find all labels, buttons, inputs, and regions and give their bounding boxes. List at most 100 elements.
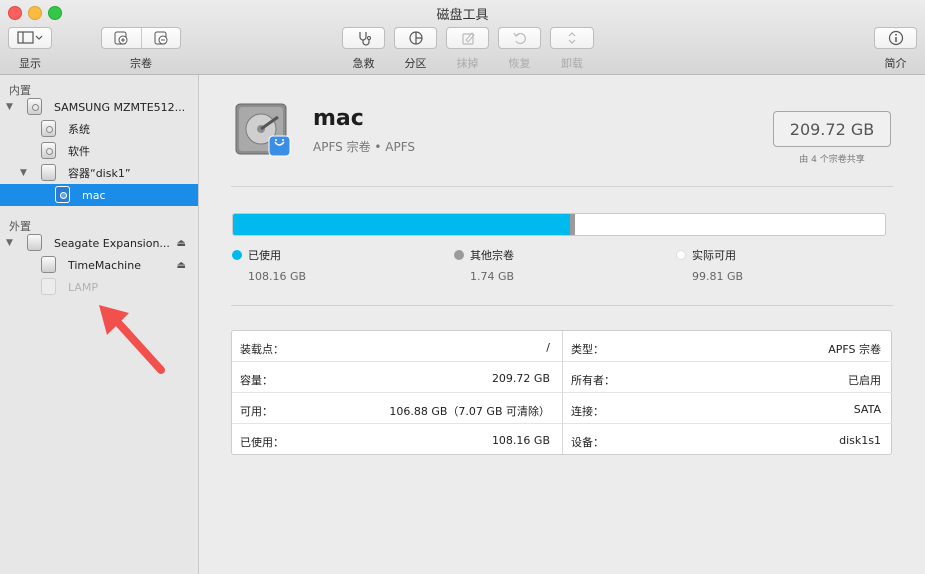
legend-used: 已使用 108.16 GB <box>232 247 306 283</box>
sidebar-item-mac[interactable]: mac <box>0 184 198 206</box>
other-color-dot <box>454 250 464 260</box>
sidebar-view-icon <box>17 31 43 44</box>
sidebar-item-container-disk1[interactable]: ▼ 容器“disk1” <box>0 162 198 184</box>
info-value: 106.88 GB（7.07 GB 可清除） <box>389 405 550 418</box>
capacity-shared-note: 由 4 个宗卷共享 <box>799 155 865 165</box>
unmount-label: 卸载 <box>561 57 583 70</box>
annotation-arrow-icon <box>99 305 165 374</box>
info-row-available: 可用： 106.88 GB（7.07 GB 可清除） <box>232 393 562 424</box>
info-row-device: 设备： disk1s1 <box>563 424 893 454</box>
erase-icon <box>461 32 475 45</box>
volume-icon <box>41 142 56 159</box>
erase-button[interactable] <box>446 27 489 49</box>
sidebar-item-seagate[interactable]: ▼ Seagate Expansion... ⏏ <box>0 232 198 254</box>
capacity-box: 209.72 GB <box>773 111 891 147</box>
info-value: / <box>546 341 550 354</box>
free-color-dot <box>676 250 686 260</box>
first-aid-button[interactable] <box>342 27 385 49</box>
sidebar-item-lamp[interactable]: LAMP <box>0 276 198 298</box>
legend-value: 1.74 GB <box>470 270 515 283</box>
volume-icon <box>41 256 56 273</box>
info-key: 类型： <box>571 343 604 356</box>
info-value: SATA <box>853 403 881 416</box>
legend-label: 实际可用 <box>692 249 736 262</box>
info-button[interactable] <box>874 27 917 49</box>
usage-bar-used <box>233 214 571 235</box>
info-value: 108.16 GB <box>491 434 550 447</box>
sidebar-item-software[interactable]: 软件 <box>0 140 198 162</box>
volume-icon <box>41 278 56 295</box>
info-key: 连接： <box>571 405 604 418</box>
sidebar-item-timemachine[interactable]: TimeMachine ⏏ <box>0 254 198 276</box>
legend-value: 99.81 GB <box>692 270 744 283</box>
info-table: 装载点： / 容量： 209.72 GB 可用： 106.88 GB（7.07 GB … <box>231 330 893 455</box>
sidebar-item-label: SAMSUNG MZMTE512... <box>54 100 186 114</box>
volume-subtitle: APFS 宗卷 • APFS <box>313 140 416 154</box>
erase-label: 抹掉 <box>456 57 479 70</box>
info-key: 容量： <box>240 374 273 387</box>
volume-label: 宗卷 <box>130 57 152 70</box>
view-button[interactable] <box>8 27 52 49</box>
unmount-button[interactable] <box>550 27 594 49</box>
info-label: 简介 <box>884 57 907 70</box>
legend-value: 108.16 GB <box>248 270 307 283</box>
first-aid-label: 急救 <box>352 57 375 70</box>
info-value: 已启用 <box>848 374 881 387</box>
eject-icon[interactable]: ⏏ <box>177 260 186 271</box>
usage-bar <box>232 213 886 236</box>
sidebar-item-label: Seagate Expansion... <box>54 236 170 250</box>
volume-title: mac <box>313 106 364 131</box>
remove-volume-button[interactable] <box>140 28 181 48</box>
info-row-used: 已使用： 108.16 GB <box>232 424 562 454</box>
add-volume-icon <box>114 31 128 45</box>
view-label: 显示 <box>19 57 41 70</box>
info-key: 装载点： <box>240 343 284 356</box>
legend-other-volumes: 其他宗卷 1.74 GB <box>454 247 514 283</box>
usage-bar-other-volumes <box>570 214 576 235</box>
disclosure-triangle-icon[interactable]: ▼ <box>6 102 13 112</box>
container-icon <box>41 164 56 181</box>
add-volume-button[interactable] <box>102 28 141 48</box>
restore-button[interactable] <box>498 27 541 49</box>
remove-volume-icon <box>154 31 168 45</box>
large-hard-drive-icon <box>235 103 291 157</box>
legend-label: 已使用 <box>248 249 281 262</box>
sidebar-item-label: LAMP <box>68 280 99 294</box>
external-drive-icon <box>27 234 42 251</box>
volume-icon <box>41 120 56 137</box>
partition-button[interactable] <box>394 27 437 49</box>
info-column-left: 装载点： / 容量： 209.72 GB 可用： 106.88 GB（7.07 GB … <box>232 331 562 454</box>
sidebar-item-label: 容器“disk1” <box>68 167 131 180</box>
info-row-connection: 连接： SATA <box>563 393 893 424</box>
info-row-type: 类型： APFS 宗卷 <box>563 331 893 362</box>
hard-drive-icon <box>27 98 42 115</box>
disk-utility-window: 磁盘工具 显示 宗卷 急救 分区 抹掉 恢复 卸载 简介 内置 ▼ SAMSUN… <box>0 0 925 574</box>
used-color-dot <box>232 250 242 260</box>
eject-icon[interactable]: ⏏ <box>177 238 186 249</box>
restore-arrow-icon <box>513 32 526 45</box>
window-title: 磁盘工具 <box>436 8 489 23</box>
sidebar-item-label: 软件 <box>68 145 90 158</box>
sidebar-item-system[interactable]: 系统 <box>0 118 198 140</box>
sidebar-item-label: mac <box>82 188 106 202</box>
volume-icon <box>55 186 70 203</box>
info-row-owners: 所有者： 已启用 <box>563 362 893 393</box>
info-row-capacity: 容量： 209.72 GB <box>232 362 562 393</box>
info-row-mount-point: 装载点： / <box>232 331 562 362</box>
info-key: 设备： <box>571 436 604 449</box>
sidebar-item-samsung-disk[interactable]: ▼ SAMSUNG MZMTE512... <box>0 96 198 118</box>
restore-label: 恢复 <box>508 57 531 70</box>
legend-available: 实际可用 99.81 GB <box>676 247 743 283</box>
info-key: 可用： <box>240 405 273 418</box>
info-column-right: 类型： APFS 宗卷 所有者： 已启用 连接： SATA 设备： disk1s1 <box>562 331 893 454</box>
divider <box>231 186 893 187</box>
disclosure-triangle-icon[interactable]: ▼ <box>6 238 13 248</box>
disclosure-triangle-icon[interactable]: ▼ <box>20 168 27 178</box>
info-value: APFS 宗卷 <box>828 343 881 356</box>
volume-segmented-control <box>101 27 181 49</box>
sidebar-item-label: 系统 <box>68 123 90 136</box>
main-panel: mac APFS 宗卷 • APFS 209.72 GB 由 4 个宗卷共享 已… <box>199 75 925 574</box>
info-key: 已使用： <box>240 436 284 449</box>
info-icon <box>888 30 903 46</box>
info-key: 所有者： <box>571 374 615 387</box>
